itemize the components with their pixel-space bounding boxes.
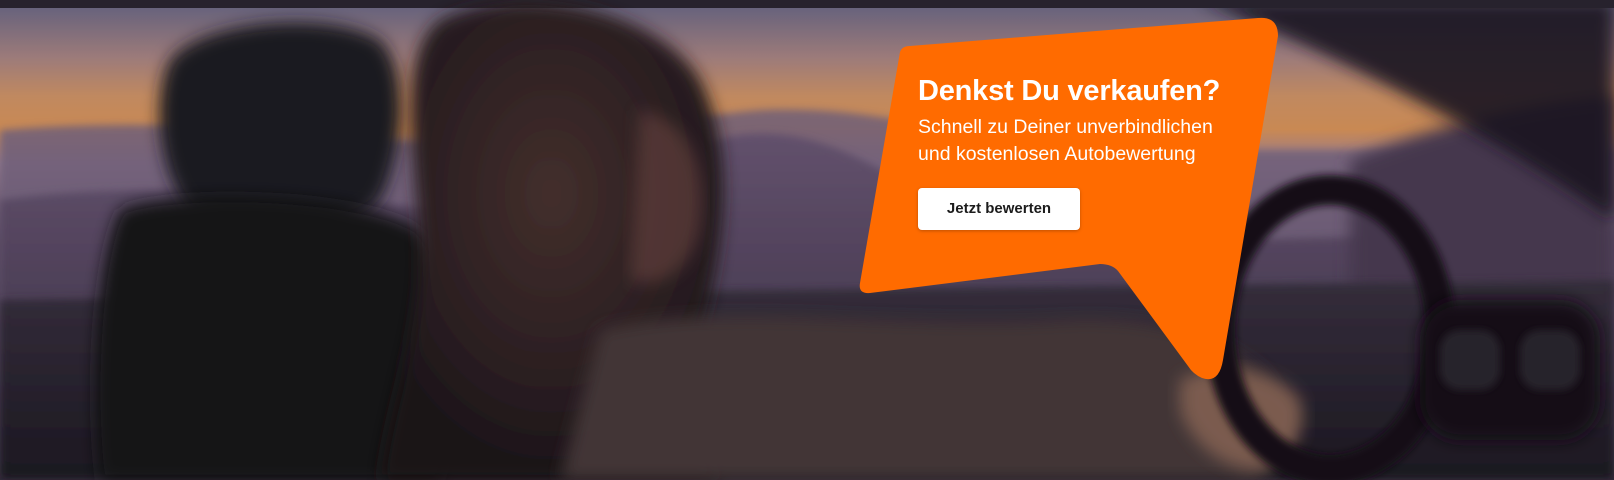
rate-now-button[interactable]: Jetzt bewerten	[918, 188, 1080, 230]
teaser-subline: Schnell zu Deiner unverbindlichen und ko…	[918, 114, 1258, 168]
teaser-headline: Denkst Du verkaufen?	[918, 75, 1221, 107]
teaser-content: Denkst Du verkaufen? Schnell zu Deiner u…	[918, 72, 1258, 230]
speech-bubble-shape	[859, 17, 1278, 380]
teaser-subline-line-1: Schnell zu Deiner unverbindlichen	[918, 116, 1213, 138]
teaser-subline-line-2: und kostenlosen Autobewertung	[918, 143, 1196, 165]
hero-banner: Denkst Du verkaufen? Schnell zu Deiner u…	[0, 0, 1614, 480]
